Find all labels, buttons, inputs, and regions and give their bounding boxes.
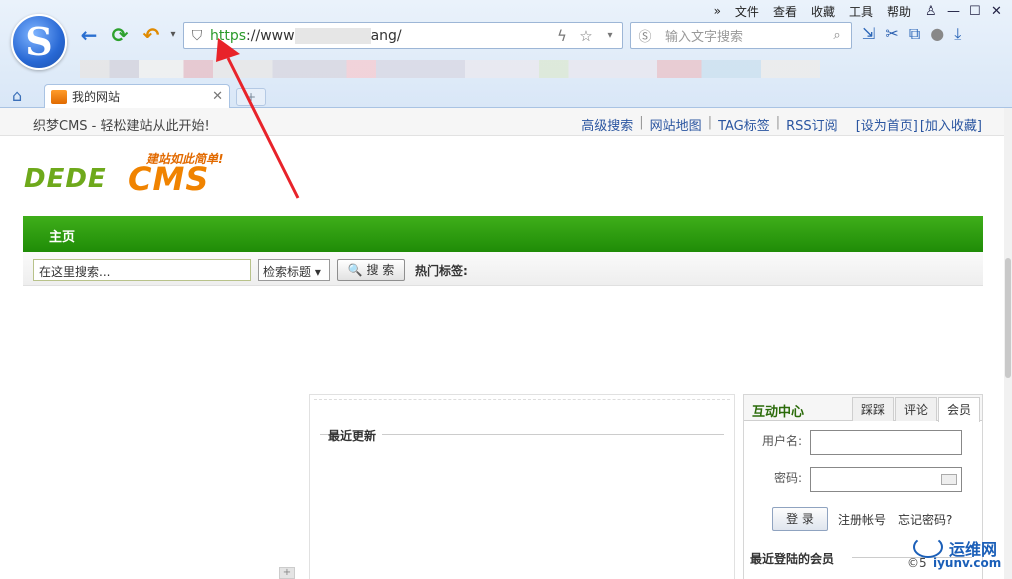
login-button[interactable]: 登 录: [772, 507, 828, 531]
search-engine-icon[interactable]: Ⓢ: [631, 26, 659, 45]
tab-dislike[interactable]: 踩踩: [851, 397, 894, 421]
search-button[interactable]: 🔍 搜 索: [337, 259, 405, 281]
back-icon[interactable]: ←: [78, 24, 100, 46]
search-icon[interactable]: ⌕: [823, 28, 851, 43]
menu-tools[interactable]: 工具: [842, 3, 880, 20]
star-icon[interactable]: ☆: [574, 27, 598, 45]
dedecms-logo[interactable]: 建站如此简单! DEDE CMS: [24, 150, 244, 202]
link-set-home[interactable]: [设为首页]: [856, 115, 918, 134]
more-icon[interactable]: ●: [930, 24, 944, 44]
tab-bar: ⌂ 我的网站 ✕ +: [0, 82, 1012, 108]
password-label: 密码:: [774, 471, 803, 485]
search-type-select[interactable]: 检索标题 ▾: [258, 259, 330, 281]
link-add-favorite[interactable]: [加入收藏]: [918, 115, 982, 134]
url-text[interactable]: https://www ang/: [210, 27, 550, 44]
logo-cms: CMS: [128, 160, 210, 198]
link-rss[interactable]: RSS订阅: [780, 115, 844, 134]
refresh-icon[interactable]: ⟳: [109, 24, 131, 46]
watermark-logo-icon: [913, 536, 943, 558]
menu-view[interactable]: 查看: [766, 3, 804, 20]
hot-tags-label: 热门标签:: [415, 264, 468, 278]
watermark: 运维网 ©5 iyunv.com: [905, 534, 1009, 578]
undo-icon[interactable]: ↶: [140, 24, 162, 46]
watermark-prefix: ©5: [907, 556, 927, 570]
recent-updates-box: 最近更新: [309, 394, 735, 579]
password-field[interactable]: [810, 467, 962, 492]
tab-title: 我的网站: [72, 90, 121, 104]
username-field[interactable]: [810, 430, 962, 455]
tab-my-site[interactable]: 我的网站 ✕: [44, 84, 230, 108]
interaction-title: 互动中心: [752, 405, 805, 420]
site-favicon-icon: [51, 89, 67, 104]
recent-members-title: 最近登陆的会员: [750, 552, 835, 566]
watermark-domain: iyunv.com: [933, 556, 1002, 570]
nav-home[interactable]: 主页: [49, 226, 75, 245]
menu-more[interactable]: »: [707, 4, 728, 18]
page-scrollbar[interactable]: [1004, 108, 1012, 579]
minimize-icon[interactable]: —: [940, 4, 962, 19]
lightning-icon[interactable]: ϟ: [550, 27, 574, 45]
top-links: 高级搜索 | 网站地图 | TAG标签 | RSS订阅 [设为首页] [加入收藏]: [575, 115, 982, 134]
search-bar[interactable]: Ⓢ 输入文字搜索 ⌕: [630, 22, 852, 49]
menu-help[interactable]: 帮助: [880, 3, 918, 20]
menu-bar: » 文件 查看 收藏 工具 帮助 ♙ — ☐ ✕: [707, 2, 1006, 20]
link-advanced-search[interactable]: 高级搜索: [575, 115, 639, 134]
tab-members[interactable]: 会员: [937, 397, 980, 422]
search-placeholder[interactable]: 输入文字搜索: [659, 26, 823, 45]
browser-chrome: » 文件 查看 收藏 工具 帮助 ♙ — ☐ ✕ S ← ⟳ ↶ ▾ ⛉ htt…: [0, 0, 1012, 108]
site-top-bar: 织梦CMS - 轻松建站从此开始! 高级搜索 | 网站地图 | TAG标签 | RSS…: [0, 108, 1004, 136]
close-icon[interactable]: ✕: [984, 4, 1006, 19]
username-label: 用户名:: [762, 434, 803, 448]
url-dropdown-icon[interactable]: ▾: [598, 30, 622, 41]
site-search-input[interactable]: 在这里搜索...: [33, 259, 251, 281]
sidebar-icon[interactable]: ⇲: [862, 24, 875, 44]
undo-dropdown-icon[interactable]: ▾: [162, 24, 184, 46]
mini-scroll-button[interactable]: +: [279, 567, 295, 579]
recent-updates-title: 最近更新: [328, 427, 383, 444]
keyboard-icon[interactable]: [941, 474, 957, 485]
address-bar[interactable]: ⛉ https://www ang/ ϟ ☆ ▾: [183, 22, 623, 49]
home-icon[interactable]: ⌂: [12, 86, 22, 105]
maximize-icon[interactable]: ☐: [962, 4, 984, 19]
blurred-url: [294, 27, 371, 44]
logo-dede: DEDE: [24, 164, 107, 194]
scissors-icon[interactable]: ✂: [885, 24, 898, 44]
tab-comments[interactable]: 评论: [894, 397, 937, 421]
link-sitemap[interactable]: 网站地图: [644, 115, 708, 134]
tab-close-icon[interactable]: ✕: [212, 89, 223, 104]
download-icon[interactable]: ⤓: [954, 24, 961, 44]
forgot-password-link[interactable]: 忘记密码?: [898, 511, 952, 528]
site-search-row: 在这里搜索... 检索标题 ▾ 🔍 搜 索 热门标签:: [23, 252, 983, 286]
menu-favorites[interactable]: 收藏: [804, 3, 842, 20]
scrollbar-thumb[interactable]: [1005, 258, 1011, 378]
menu-file[interactable]: 文件: [728, 3, 766, 20]
shield-icon[interactable]: ⛉: [184, 28, 210, 44]
skin-icon[interactable]: ♙: [918, 4, 940, 19]
new-tab-button[interactable]: +: [236, 88, 266, 106]
browser-logo[interactable]: S: [11, 14, 67, 70]
site-slogan: 织梦CMS - 轻松建站从此开始!: [33, 119, 210, 134]
register-link[interactable]: 注册帐号: [838, 511, 886, 528]
link-tags[interactable]: TAG标签: [712, 115, 776, 134]
main-nav: 主页: [23, 216, 983, 252]
toolbar-icons: ⇲ ✂ ⧉ ● ⤓: [862, 24, 961, 44]
blurred-bookmarks-bar: [80, 60, 820, 78]
translate-icon[interactable]: ⧉: [909, 24, 920, 44]
